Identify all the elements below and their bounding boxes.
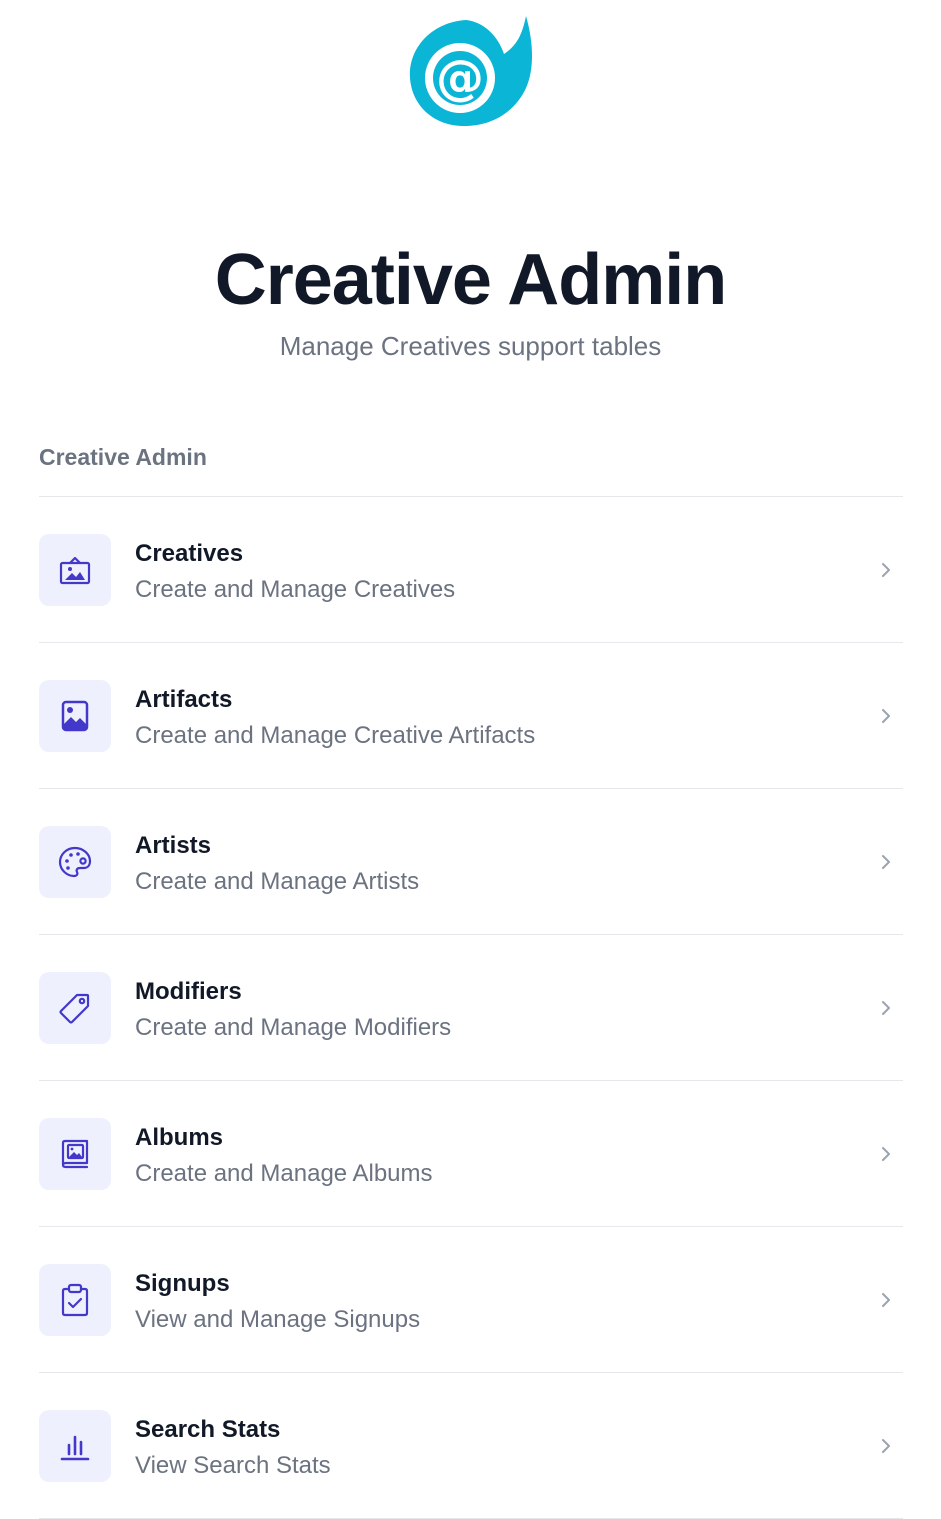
chevron-right-icon	[879, 706, 893, 726]
section-heading: Creative Admin	[39, 444, 207, 470]
menu-item-modifiers[interactable]: Modifiers Create and Manage Modifiers	[39, 935, 903, 1081]
menu-item-title: Search Stats	[135, 1416, 281, 1443]
chevron-right-icon	[879, 998, 893, 1018]
chevron-right-icon	[879, 1144, 893, 1164]
photo-album-icon	[39, 1118, 111, 1190]
image-icon	[39, 680, 111, 752]
menu-item-description: View and Manage Signups	[135, 1306, 421, 1333]
menu-item-description: Create and Manage Creative Artifacts	[135, 722, 536, 749]
clipboard-check-icon	[39, 1264, 111, 1336]
menu-item-title: Creatives	[135, 540, 244, 567]
menu-item-description: Create and Manage Creatives	[135, 576, 456, 603]
tag-icon	[39, 972, 111, 1044]
menu-item-title: Modifiers	[135, 978, 242, 1005]
chevron-right-icon	[879, 852, 893, 872]
menu-item-description: Create and Manage Artists	[135, 868, 420, 895]
menu-item-title: Artists	[135, 832, 212, 859]
menu-item-artists[interactable]: Artists Create and Manage Artists	[39, 789, 903, 935]
menu-item-title: Albums	[135, 1124, 224, 1151]
menu-item-title: Signups	[135, 1270, 230, 1297]
menu-item-creatives[interactable]: Creatives Create and Manage Creatives	[39, 497, 903, 643]
svg-text:@: @	[436, 50, 484, 106]
menu-item-description: Create and Manage Modifiers	[135, 1014, 452, 1041]
page-subtitle: Manage Creatives support tables	[279, 331, 662, 361]
chevron-right-icon	[879, 1436, 893, 1456]
menu-item-title: Artifacts	[135, 686, 233, 713]
menu-item-artifacts[interactable]: Artifacts Create and Manage Creative Art…	[39, 643, 903, 789]
chevron-right-icon	[879, 560, 893, 580]
bar-chart-icon	[39, 1410, 111, 1482]
menu-item-description: Create and Manage Albums	[135, 1160, 433, 1187]
admin-menu-list: Creatives Create and Manage Creatives Ar…	[39, 496, 903, 1519]
blazor-logo-icon: @	[404, 14, 536, 128]
menu-item-search-stats[interactable]: Search Stats View Search Stats	[39, 1373, 903, 1519]
menu-item-description: View Search Stats	[135, 1452, 331, 1479]
chevron-right-icon	[879, 1290, 893, 1310]
menu-item-albums[interactable]: Albums Create and Manage Albums	[39, 1081, 903, 1227]
palette-icon	[39, 826, 111, 898]
picture-frame-icon	[39, 534, 111, 606]
menu-item-signups[interactable]: Signups View and Manage Signups	[39, 1227, 903, 1373]
page-title: Creative Admin	[214, 240, 727, 320]
